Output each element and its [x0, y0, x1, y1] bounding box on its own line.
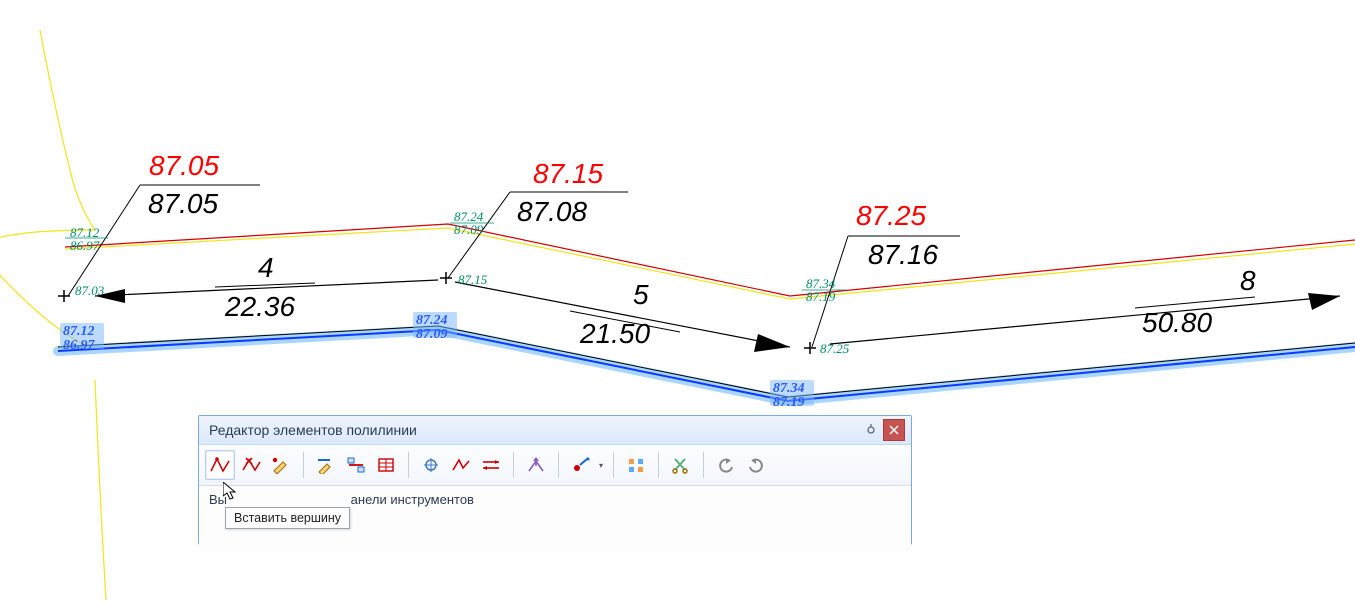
svg-text:87.19: 87.19	[773, 395, 805, 410]
selected-polyline[interactable]	[58, 330, 1355, 401]
toolbar: ▾	[199, 445, 911, 486]
svg-text:87.25: 87.25	[856, 200, 926, 231]
cut-button[interactable]	[667, 451, 695, 479]
insert-vertex-button[interactable]	[205, 450, 235, 480]
pin-button[interactable]	[863, 422, 879, 438]
svg-text:86.97: 86.97	[70, 238, 100, 253]
selection-labels: 87.12 86.97 87.24 87.09 87.34 87.19	[60, 312, 814, 410]
arrow-3-length: 50.80	[1142, 307, 1212, 338]
tooltip: Вставить вершину	[225, 507, 350, 529]
svg-text:87.05: 87.05	[148, 188, 218, 219]
svg-text:87.12: 87.12	[63, 324, 95, 339]
svg-text:87.15: 87.15	[533, 158, 603, 189]
undo-button[interactable]	[712, 451, 740, 479]
arrow-2-number: 5	[633, 279, 649, 310]
elevation-label-1: 87.05 87.05	[68, 150, 260, 296]
svg-text:87.19: 87.19	[806, 289, 836, 304]
svg-text:87.09: 87.09	[454, 222, 484, 237]
redo-button[interactable]	[742, 451, 770, 479]
grid-button[interactable]	[622, 451, 650, 479]
table-button[interactable]	[372, 451, 400, 479]
arrow-3-number: 8	[1240, 265, 1256, 296]
svg-text:87.03: 87.03	[75, 283, 105, 298]
arrow-1-length: 22.36	[224, 291, 295, 322]
svg-text:87.15: 87.15	[458, 272, 488, 287]
svg-text:87.09: 87.09	[416, 327, 448, 342]
edit-segment-button[interactable]	[312, 451, 340, 479]
svg-text:87.05: 87.05	[149, 150, 219, 181]
svg-text:87.08: 87.08	[517, 196, 587, 227]
edit-vertex-button[interactable]	[267, 451, 295, 479]
status-text-suffix: анели инструментов	[351, 492, 474, 507]
attributes-button[interactable]	[342, 451, 370, 479]
style-button[interactable]	[567, 451, 595, 479]
svg-text:87.25: 87.25	[820, 341, 850, 356]
polyline-red-button[interactable]	[447, 451, 475, 479]
export-button[interactable]	[522, 451, 550, 479]
coordinate-button[interactable]	[417, 451, 445, 479]
svg-text:87.24: 87.24	[416, 313, 448, 328]
svg-text:87.16: 87.16	[868, 239, 938, 270]
window-title: Редактор элементов полилинии	[209, 422, 417, 438]
arrow-1-number: 4	[258, 252, 274, 283]
style-dropdown[interactable]: ▾	[597, 451, 605, 479]
svg-text:87.34: 87.34	[773, 381, 805, 396]
svg-text:86.97: 86.97	[63, 338, 96, 353]
delete-vertex-button[interactable]	[237, 451, 265, 479]
window-titlebar[interactable]: Редактор элементов полилинии	[199, 416, 911, 445]
polyline-editor-window[interactable]: Редактор элементов полилинии	[198, 415, 912, 545]
close-button[interactable]	[883, 419, 905, 441]
elevation-label-3: 87.25 87.16	[812, 200, 960, 347]
arrow-2-length: 21.50	[579, 318, 650, 349]
status-text-prefix: Вы	[209, 492, 227, 507]
parallel-lines-button[interactable]	[477, 451, 505, 479]
